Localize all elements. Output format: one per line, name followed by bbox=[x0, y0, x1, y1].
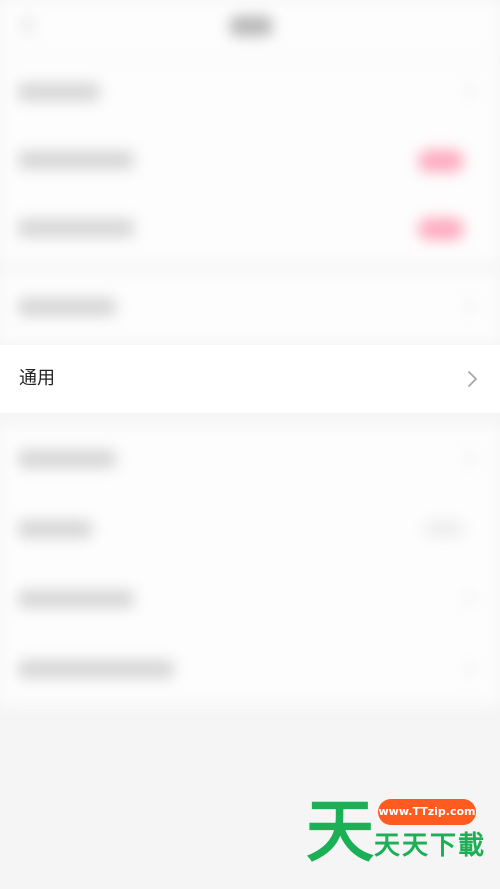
general-settings-row[interactable]: 通用 bbox=[0, 345, 500, 413]
settings-section-1 bbox=[0, 58, 500, 263]
blurred-settings-background bbox=[0, 0, 500, 889]
chevron-right-icon bbox=[468, 371, 477, 387]
general-label: 通用 bbox=[19, 368, 55, 389]
settings-row-blurred bbox=[0, 194, 500, 264]
watermark-url: www.TTzip.com bbox=[378, 799, 476, 825]
watermark-brand: 天天下載 bbox=[374, 831, 487, 861]
chevron-right-icon bbox=[458, 298, 475, 315]
row-label-blurred bbox=[18, 590, 134, 608]
settings-row-blurred bbox=[0, 58, 500, 128]
settings-row-blurred bbox=[0, 635, 500, 705]
toggle-switch bbox=[418, 150, 464, 172]
settings-row-blurred bbox=[0, 495, 500, 565]
settings-section-3 bbox=[0, 425, 500, 705]
row-label-blurred bbox=[18, 450, 116, 468]
toggle-switch bbox=[418, 218, 464, 240]
settings-row-blurred bbox=[0, 565, 500, 635]
settings-row-blurred bbox=[0, 126, 500, 196]
settings-section-2 bbox=[0, 273, 500, 343]
value-pill bbox=[424, 521, 464, 537]
watermark: 天 www.TTzip.com 天天下載 bbox=[306, 793, 486, 868]
row-label-blurred bbox=[18, 83, 100, 101]
row-label-blurred bbox=[18, 660, 174, 678]
row-label-blurred bbox=[18, 151, 134, 169]
back-arrow-icon bbox=[21, 15, 41, 35]
row-label-blurred bbox=[18, 219, 134, 237]
svg-text:天: 天 bbox=[306, 793, 374, 865]
chevron-right-icon bbox=[458, 660, 475, 677]
settings-row-blurred bbox=[0, 425, 500, 495]
chevron-right-icon bbox=[458, 590, 475, 607]
watermark-logo: 天 bbox=[306, 793, 374, 865]
chevron-right-icon bbox=[458, 83, 475, 100]
row-label-blurred bbox=[18, 298, 116, 316]
top-nav-bar bbox=[0, 0, 500, 56]
settings-row-blurred bbox=[0, 273, 500, 343]
row-label-blurred bbox=[18, 520, 92, 538]
chevron-right-icon bbox=[458, 450, 475, 467]
page-title-blurred bbox=[230, 16, 272, 36]
